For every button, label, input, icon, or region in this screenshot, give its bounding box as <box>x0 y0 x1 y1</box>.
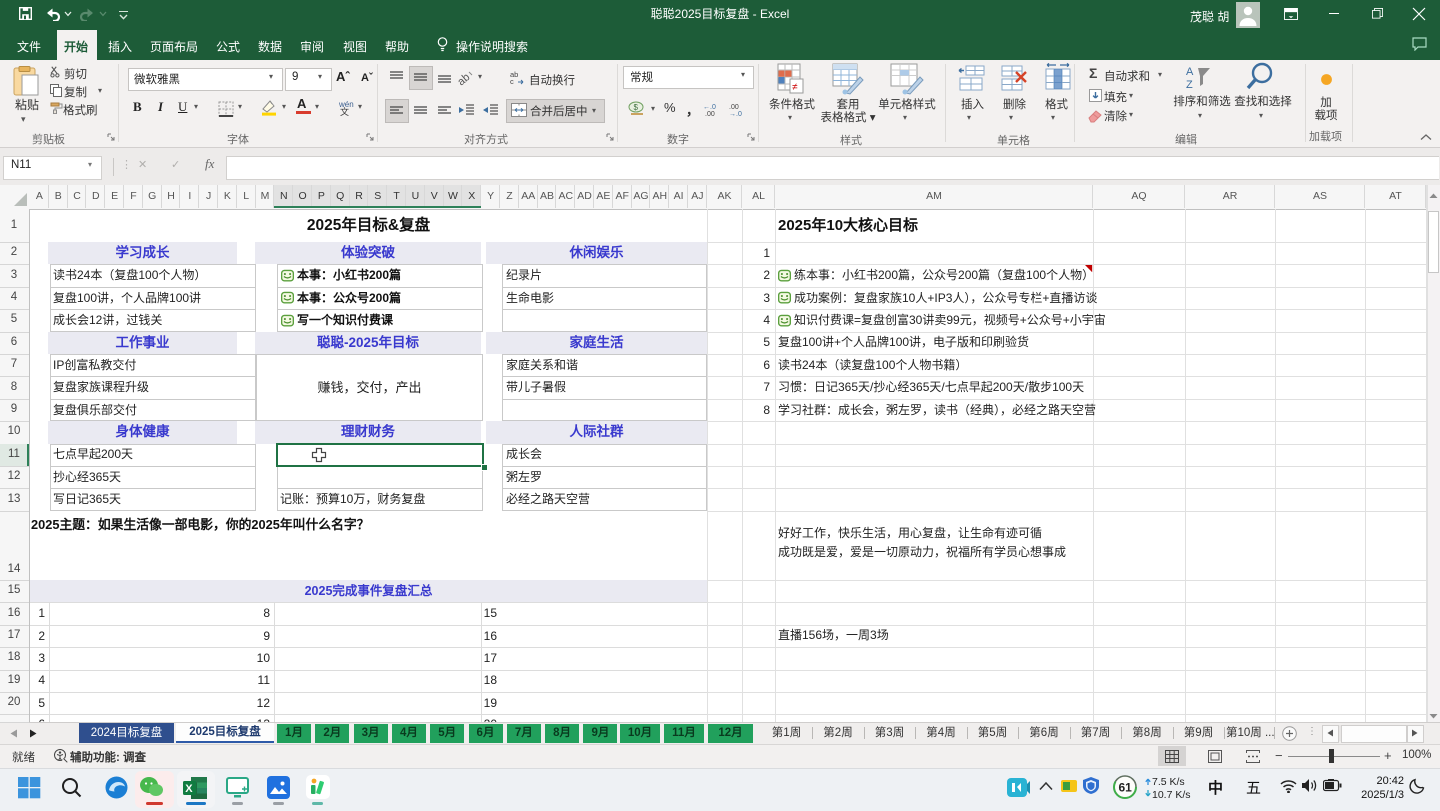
svg-text:.00: .00 <box>729 104 739 111</box>
svg-text:61: 61 <box>1119 781 1133 795</box>
svg-text:.00: .00 <box>705 111 715 116</box>
svg-text:≠: ≠ <box>792 82 798 93</box>
svg-text:←.0: ←.0 <box>703 104 716 111</box>
svg-text:A: A <box>1186 66 1194 78</box>
svg-text:c: c <box>510 77 514 85</box>
svg-text:文: 文 <box>340 106 349 116</box>
svg-text:Z: Z <box>1186 79 1193 90</box>
svg-text:$: $ <box>634 103 639 112</box>
svg-text:X: X <box>185 783 193 795</box>
svg-text:→.0: →.0 <box>729 111 742 116</box>
